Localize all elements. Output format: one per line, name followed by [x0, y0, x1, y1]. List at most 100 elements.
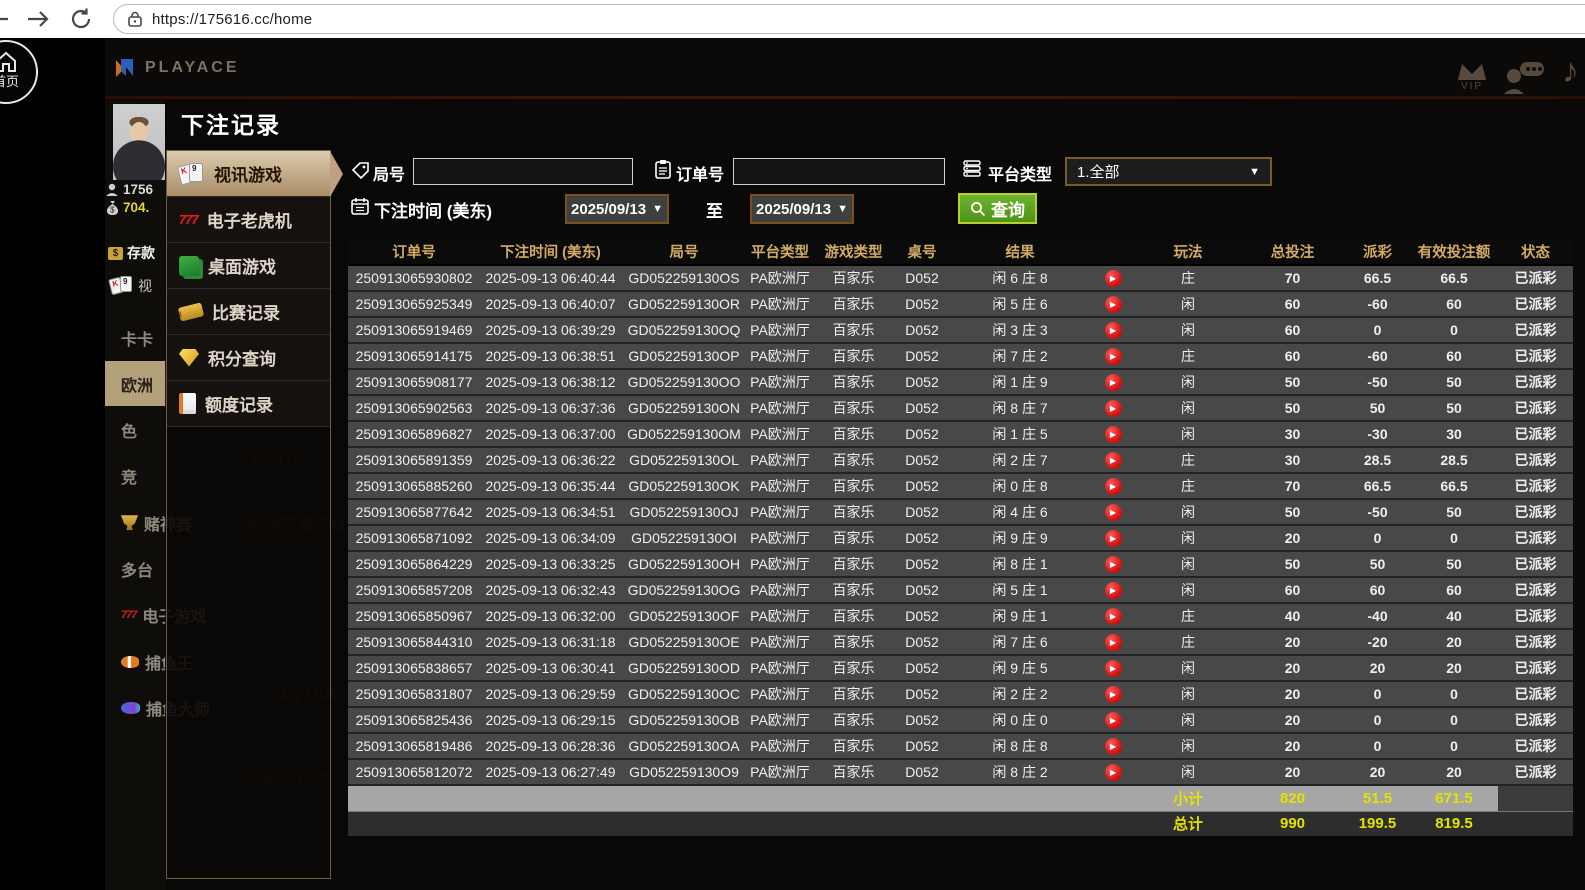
bet-records-table: 订单号下注时间 (美东)局号平台类型游戏类型桌号结果玩法总投注派彩有效投注额状态…	[348, 238, 1573, 836]
total-bet-cell: 20	[1240, 629, 1345, 655]
payout-cell: 66.5	[1345, 473, 1410, 499]
column-header: 结果	[950, 238, 1090, 265]
replay-button[interactable]: ▶	[1105, 322, 1122, 339]
order-no-cell: 250913065850967	[348, 603, 480, 629]
total-bet-cell: 50	[1240, 551, 1345, 577]
replay-button[interactable]: ▶	[1105, 686, 1122, 703]
play-cell: ▶	[1090, 317, 1136, 343]
reload-button[interactable]	[68, 6, 94, 32]
replay-button[interactable]: ▶	[1105, 582, 1122, 599]
replay-button[interactable]: ▶	[1105, 530, 1122, 547]
home-icon	[0, 51, 18, 73]
replay-button[interactable]: ▶	[1105, 660, 1122, 677]
bet-time-cell: 2025-09-13 06:38:12	[480, 369, 621, 395]
round-no-cell: GD052259130OH	[621, 551, 747, 577]
panel-menu-item-6[interactable]: 额度记录	[167, 381, 330, 427]
result-cell: 闲 2 庄 2	[950, 681, 1090, 707]
replay-button[interactable]: ▶	[1105, 608, 1122, 625]
table-no-cell: D052	[894, 317, 950, 343]
payout-cell: 50	[1345, 395, 1410, 421]
table-row: 2509130658968272025-09-13 06:37:00GD0522…	[348, 421, 1573, 447]
replay-button[interactable]: ▶	[1105, 634, 1122, 651]
summary-spacer	[348, 811, 1136, 836]
payout-cell: 20	[1345, 655, 1410, 681]
summary-status-spacer	[1498, 811, 1573, 836]
total-bet-cell: 70	[1240, 473, 1345, 499]
play-cell: ▶	[1090, 291, 1136, 317]
screen: PLAYACE VIP ♪ 1756 $ 704. $ 存款	[0, 0, 1585, 890]
user-id-row: 1756	[106, 182, 153, 197]
panel-menu-item-3[interactable]: 桌面游戏	[167, 243, 330, 289]
bet-type-cell: 闲	[1136, 733, 1240, 759]
result-cell: 闲 8 庄 1	[950, 551, 1090, 577]
game-type-cell: 百家乐	[813, 759, 894, 785]
table-no-cell: D052	[894, 551, 950, 577]
column-header: 平台类型	[747, 238, 813, 265]
bet-type-cell: 闲	[1136, 525, 1240, 551]
replay-button[interactable]: ▶	[1105, 426, 1122, 443]
order-no-cell: 250913065857208	[348, 577, 480, 603]
play-cell: ▶	[1090, 733, 1136, 759]
replay-button[interactable]: ▶	[1105, 764, 1122, 781]
forward-button[interactable]	[24, 6, 50, 32]
total-bet-cell: 40	[1240, 603, 1345, 629]
replay-button[interactable]: ▶	[1105, 270, 1122, 287]
table-row: 2509130658120722025-09-13 06:27:49GD0522…	[348, 759, 1573, 785]
replay-button[interactable]: ▶	[1105, 738, 1122, 755]
platform-select[interactable]: 1.全部 ▼	[1065, 157, 1272, 186]
bet-time-cell: 2025-09-13 06:37:36	[480, 395, 621, 421]
platform-cell: PA欧洲厅	[747, 499, 813, 525]
replay-button[interactable]: ▶	[1105, 348, 1122, 365]
replay-button[interactable]: ▶	[1105, 374, 1122, 391]
back-button[interactable]	[0, 6, 12, 32]
game-type-cell: 百家乐	[813, 265, 894, 291]
replay-button[interactable]: ▶	[1105, 504, 1122, 521]
play-cell: ▶	[1090, 551, 1136, 577]
balance-row: $ 704.	[106, 200, 149, 215]
table-row: 2509130659194692025-09-13 06:39:29GD0522…	[348, 317, 1573, 343]
panel-menu-item-1[interactable]: K9视讯游戏	[167, 151, 330, 197]
platform-cell: PA欧洲厅	[747, 473, 813, 499]
panel-menu-label: 电子老虎机	[207, 207, 292, 232]
replay-button[interactable]: ▶	[1105, 712, 1122, 729]
table-no-cell: D052	[894, 707, 950, 733]
round-input[interactable]	[413, 158, 633, 185]
order-no-cell: 250913065902563	[348, 395, 480, 421]
summary-payout: 51.5	[1345, 785, 1410, 811]
round-no-cell: GD052259130OF	[621, 603, 747, 629]
avatar[interactable]	[113, 104, 165, 180]
game-type-cell: 百家乐	[813, 343, 894, 369]
payout-cell: -20	[1345, 629, 1410, 655]
table-no-cell: D052	[894, 577, 950, 603]
payout-cell: 20	[1345, 759, 1410, 785]
deposit-button[interactable]: $ 存款	[108, 243, 155, 263]
table-no-cell: D052	[894, 525, 950, 551]
fish-blue-icon	[121, 702, 140, 714]
panel-menu-item-4[interactable]: 比赛记录	[167, 289, 330, 335]
table-no-cell: D052	[894, 759, 950, 785]
replay-button[interactable]: ▶	[1105, 478, 1122, 495]
game-type-cell: 百家乐	[813, 577, 894, 603]
platform-cell: PA欧洲厅	[747, 681, 813, 707]
platform-cell: PA欧洲厅	[747, 395, 813, 421]
video-games-row[interactable]: K9 视	[110, 276, 152, 296]
bet-type-cell: 闲	[1136, 421, 1240, 447]
bet-time-cell: 2025-09-13 06:33:25	[480, 551, 621, 577]
date-to-picker[interactable]: 2025/09/13 ▼	[750, 194, 854, 224]
address-bar[interactable]: https://175616.cc/home	[113, 4, 1585, 34]
panel-menu-item-5[interactable]: 积分查询	[167, 335, 330, 381]
play-cell: ▶	[1090, 525, 1136, 551]
bet-time-cell: 2025-09-13 06:32:43	[480, 577, 621, 603]
search-button[interactable]: 查询	[958, 193, 1037, 224]
replay-button[interactable]: ▶	[1105, 296, 1122, 313]
order-input[interactable]	[733, 158, 945, 185]
date-from-picker[interactable]: 2025/09/13 ▼	[565, 194, 669, 224]
round-no-cell: GD052259130OQ	[621, 317, 747, 343]
replay-button[interactable]: ▶	[1105, 400, 1122, 417]
game-type-cell: 百家乐	[813, 525, 894, 551]
round-no-cell: GD052259130OE	[621, 629, 747, 655]
total-bet-cell: 30	[1240, 421, 1345, 447]
replay-button[interactable]: ▶	[1105, 452, 1122, 469]
replay-button[interactable]: ▶	[1105, 556, 1122, 573]
panel-menu-item-2[interactable]: 777电子老虎机	[167, 197, 330, 243]
